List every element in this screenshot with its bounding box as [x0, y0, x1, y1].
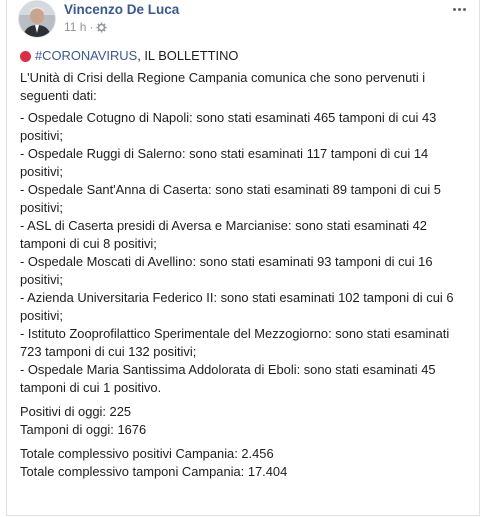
post-title: #CORONAVIRUS, IL BOLLETTINO [20, 47, 472, 65]
totale-tamponi: Totale complessivo tamponi Campania: 17.… [20, 464, 288, 479]
more-options-icon[interactable] [448, 0, 470, 18]
title-text: , IL BOLLETTINO [137, 48, 239, 63]
list-item: - Ospedale Maria Santissima Addolorata d… [20, 362, 436, 395]
red-circle-icon [20, 50, 31, 62]
dot [457, 7, 461, 11]
tamponi-oggi: Tamponi di oggi: 1676 [20, 422, 147, 437]
list-item: - ASL di Caserta presidi di Aversa e Mar… [20, 218, 427, 251]
totale-positivi: Totale complessivo positivi Campania: 2.… [20, 446, 274, 461]
dot [462, 7, 466, 11]
list-item: - Ospedale Moscati di Avellino: sono sta… [20, 254, 433, 287]
meta-separator: · [89, 20, 94, 34]
post-body: #CORONAVIRUS, IL BOLLETTINO L'Unità di C… [20, 47, 472, 481]
list-item: - Ospedale Sant'Anna di Caserta: sono st… [20, 182, 441, 215]
avatar[interactable] [18, 0, 56, 38]
list-item: - Azienda Universitaria Federico II: son… [20, 290, 454, 323]
list-item: - Ospedale Cotugno di Napoli: sono stati… [20, 110, 437, 143]
positivi-oggi: Positivi di oggi: 225 [20, 404, 132, 419]
profile-photo [19, 1, 55, 37]
list-item: - Istituto Zooprofilattico Sperimentale … [20, 326, 450, 359]
post-meta: 11 h · [64, 20, 108, 34]
list-item: - Ospedale Ruggi di Salerno: sono stati … [20, 146, 429, 179]
author-name[interactable]: Vincenzo De Luca [64, 2, 179, 17]
dot [452, 7, 456, 11]
intro-text: L'Unità di Crisi della Regione Campania … [20, 70, 426, 103]
gear-icon[interactable] [96, 21, 108, 33]
post-header: Vincenzo De Luca 11 h · [18, 0, 478, 40]
hashtag-link[interactable]: #CORONAVIRUS [35, 48, 137, 63]
post-time[interactable]: 11 h [64, 20, 86, 34]
